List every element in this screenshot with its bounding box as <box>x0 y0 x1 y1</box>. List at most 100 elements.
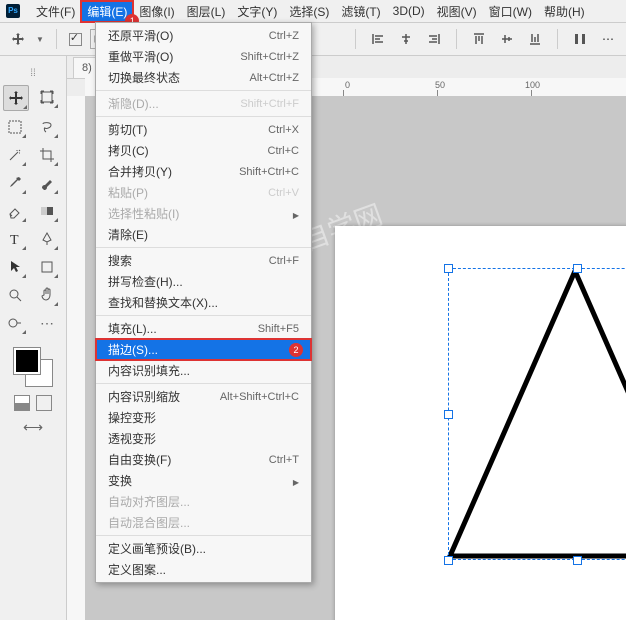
handle-tl[interactable] <box>444 264 453 273</box>
more-options-icon[interactable]: ⋯ <box>598 29 618 49</box>
menu-item: 粘贴(P)Ctrl+V <box>96 182 311 203</box>
menu-item[interactable]: 定义画笔预设(B)... <box>96 538 311 559</box>
svg-text:T: T <box>10 233 19 247</box>
menu-item[interactable]: 切换最终状态Alt+Ctrl+Z <box>96 67 311 88</box>
move-tool[interactable] <box>3 85 29 111</box>
shape-tool[interactable] <box>35 255 59 279</box>
tab-label: 8) <box>82 62 92 74</box>
eraser-tool[interactable] <box>3 199 27 223</box>
ruler-tick: 100 <box>525 80 540 90</box>
path-select-tool[interactable] <box>3 255 27 279</box>
align-bottom-icon[interactable] <box>525 29 545 49</box>
options-bar: ▼ ⋯ <box>0 23 626 56</box>
menu-item-shortcut: Ctrl+F <box>269 255 299 267</box>
menu-item-label: 渐隐(D)... <box>108 95 240 112</box>
crop-tool[interactable] <box>35 143 59 167</box>
menu-item: 渐隐(D)...Shift+Ctrl+F <box>96 93 311 114</box>
menu-file[interactable]: 文件(F) <box>30 1 81 22</box>
auto-select-checkbox[interactable] <box>69 33 82 46</box>
menu-help[interactable]: 帮助(H) <box>538 1 591 22</box>
menu-item[interactable]: 描边(S)...2 <box>96 339 311 360</box>
menu-view[interactable]: 视图(V) <box>431 1 483 22</box>
menu-item[interactable]: 查找和替换文本(X)... <box>96 292 311 313</box>
menu-item[interactable]: 操控变形 <box>96 407 311 428</box>
menu-item[interactable]: 剪切(T)Ctrl+X <box>96 119 311 140</box>
quick-mask-toggle[interactable] <box>14 395 30 411</box>
handle-bm[interactable] <box>573 556 582 565</box>
handle-bl[interactable] <box>444 556 453 565</box>
align-left-icon[interactable] <box>368 29 388 49</box>
menu-edit[interactable]: 编辑(E) 1 <box>81 1 133 22</box>
menubar: Ps 文件(F) 编辑(E) 1 图像(I) 图层(L) 文字(Y) 选择(S)… <box>0 0 626 23</box>
transform-bbox[interactable] <box>448 268 626 560</box>
align-right-icon[interactable] <box>424 29 444 49</box>
menu-item[interactable]: 内容识别填充... <box>96 360 311 381</box>
menu-item[interactable]: 内容识别缩放Alt+Shift+Ctrl+C <box>96 386 311 407</box>
edit-toolbar[interactable]: ⋯ <box>35 311 59 335</box>
zoom-tool[interactable] <box>3 283 27 307</box>
color-swatches[interactable] <box>13 347 53 387</box>
handle-tm[interactable] <box>573 264 582 273</box>
menu-type[interactable]: 文字(Y) <box>231 1 283 22</box>
menu-item-label: 定义画笔预设(B)... <box>108 540 299 557</box>
pen-tool[interactable] <box>35 227 59 251</box>
move-tool-icon[interactable] <box>8 29 28 49</box>
menu-3d[interactable]: 3D(D) <box>387 2 431 20</box>
menu-item-shortcut: Ctrl+V <box>268 187 299 199</box>
eyedropper-tool[interactable] <box>3 171 27 195</box>
screen-mode-toggle[interactable] <box>36 395 52 411</box>
foreground-color[interactable] <box>13 347 41 375</box>
ruler-vertical[interactable] <box>67 96 86 620</box>
menu-window[interactable]: 窗口(W) <box>483 1 538 22</box>
menu-item-label: 重做平滑(O) <box>108 48 240 65</box>
menu-item[interactable]: 搜索Ctrl+F <box>96 250 311 271</box>
menu-image[interactable]: 图像(I) <box>133 1 180 22</box>
menu-item[interactable]: 合并拷贝(Y)Shift+Ctrl+C <box>96 161 311 182</box>
menu-item-label: 透视变形 <box>108 430 299 447</box>
menu-item[interactable]: 自由变换(F)Ctrl+T <box>96 449 311 470</box>
menu-item[interactable]: 定义图案... <box>96 559 311 580</box>
menu-item-label: 内容识别缩放 <box>108 388 220 405</box>
dodge-tool[interactable] <box>3 311 27 335</box>
menu-item: 自动混合图层... <box>96 512 311 533</box>
menu-item-label: 操控变形 <box>108 409 299 426</box>
menu-item[interactable]: 变换 <box>96 470 311 491</box>
menu-filter[interactable]: 滤镜(T) <box>335 1 386 22</box>
menu-item-label: 定义图案... <box>108 561 299 578</box>
align-center-h-icon[interactable] <box>396 29 416 49</box>
hand-tool[interactable] <box>35 283 59 307</box>
ruler-tick: 50 <box>435 80 445 90</box>
menu-item-label: 剪切(T) <box>108 121 268 138</box>
align-top-icon[interactable] <box>469 29 489 49</box>
menu-select[interactable]: 选择(S) <box>283 1 335 22</box>
canvas[interactable] <box>335 226 626 620</box>
type-tool[interactable]: T <box>3 227 27 251</box>
menu-item-label: 查找和替换文本(X)... <box>108 294 299 311</box>
handle-ml[interactable] <box>444 410 453 419</box>
menu-item[interactable]: 清除(E) <box>96 224 311 245</box>
distribute-icon[interactable] <box>570 29 590 49</box>
panel-grip[interactable]: ⁞⁞ <box>0 68 66 79</box>
menu-item[interactable]: 拷贝(C)Ctrl+C <box>96 140 311 161</box>
menu-item-shortcut: Shift+Ctrl+Z <box>240 51 299 63</box>
brush-tool[interactable] <box>35 171 59 195</box>
artboard-tool[interactable] <box>35 85 59 109</box>
magic-wand-tool[interactable] <box>3 143 27 167</box>
align-middle-v-icon[interactable] <box>497 29 517 49</box>
menu-item[interactable]: 透视变形 <box>96 428 311 449</box>
lasso-tool[interactable] <box>35 115 59 139</box>
menu-layer[interactable]: 图层(L) <box>181 1 232 22</box>
marquee-tool[interactable] <box>3 115 27 139</box>
chevron-down-icon[interactable]: ▼ <box>36 35 44 44</box>
menu-item-shortcut: Alt+Shift+Ctrl+C <box>220 391 299 403</box>
expand-tools-icon[interactable]: ⟷ <box>0 419 66 436</box>
menu-item[interactable]: 重做平滑(O)Shift+Ctrl+Z <box>96 46 311 67</box>
ruler-tick: 0 <box>345 80 350 90</box>
gradient-tool[interactable] <box>35 199 59 223</box>
menu-item[interactable]: 填充(L)...Shift+F5 <box>96 318 311 339</box>
menu-item[interactable]: 拼写检查(H)... <box>96 271 311 292</box>
submenu-arrow-icon <box>287 207 299 221</box>
menu-item-label: 内容识别填充... <box>108 362 299 379</box>
menu-item[interactable]: 还原平滑(O)Ctrl+Z <box>96 25 311 46</box>
menu-item: 自动对齐图层... <box>96 491 311 512</box>
